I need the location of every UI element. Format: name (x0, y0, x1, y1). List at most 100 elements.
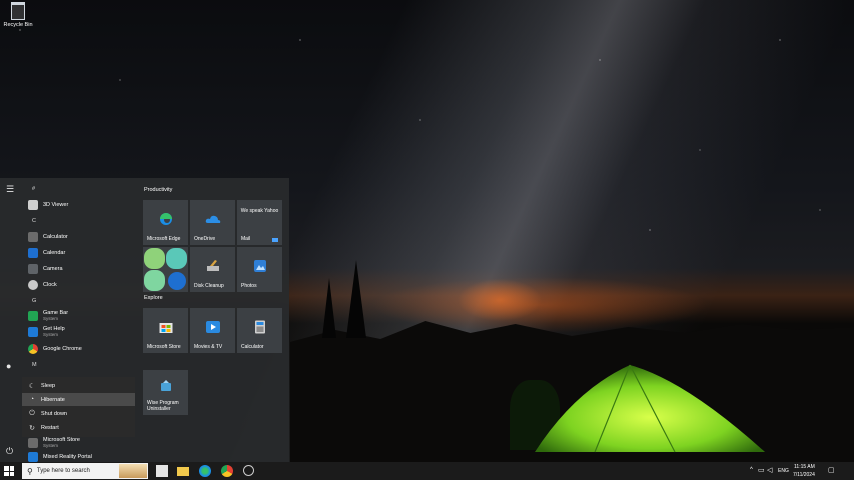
app-item-calendar[interactable]: Calendar (28, 247, 65, 259)
start-button[interactable] (4, 466, 14, 476)
chevron-up-icon[interactable]: ^ (750, 467, 753, 473)
user-avatar-icon[interactable]: ● (6, 361, 11, 371)
file-explorer-icon[interactable] (177, 467, 189, 476)
app-item-camera[interactable]: Camera (28, 263, 63, 275)
app-list: # 3D Viewer C Calculator Calendar Camera… (22, 178, 136, 462)
app-name: Mixed Reality Portal (43, 454, 92, 460)
search-box[interactable]: ⚲ Type here to search (22, 463, 148, 479)
windows-logo-pane (4, 471, 9, 476)
sleep-icon: ☾ (28, 382, 36, 390)
letter-header[interactable]: # (32, 186, 35, 192)
app-item-microsoft-store[interactable]: Microsoft Store System (28, 437, 80, 449)
tile-wise-program-uninstaller[interactable]: Wise Program Uninstaller (143, 370, 188, 415)
disk-cleanup-icon (206, 259, 219, 271)
app-name: Calculator (43, 234, 68, 240)
system-tray: ^ ▭ ◁ ENG 11:15 AM 7/11/2024 ▢ (744, 462, 854, 480)
tile-disk-cleanup[interactable]: Disk Cleanup (190, 247, 235, 292)
recycle-bin[interactable]: Recycle Bin (2, 2, 34, 28)
microsoft-store-icon (28, 438, 38, 448)
power-option-label: Shut down (41, 410, 67, 417)
search-icon: ⚲ (27, 466, 33, 476)
tile-photos[interactable]: Photos (237, 247, 282, 292)
edge-icon (159, 212, 172, 225)
volume-icon[interactable]: ◁ (767, 466, 772, 474)
shut-down-icon: ⏻ (29, 409, 35, 417)
notification-icon[interactable]: ▢ (828, 466, 835, 474)
hibernate-icon: ◔ (29, 396, 35, 403)
app-subtitle: System (43, 332, 59, 337)
mail-promo-text: We speak Yahoo (240, 208, 279, 214)
microsoft-store-icon[interactable] (156, 465, 168, 477)
group-title-explore[interactable]: Explore (144, 295, 163, 301)
letter-header[interactable]: G (32, 298, 36, 304)
restart-option[interactable]: ↻ Restart (22, 421, 135, 434)
get-help-icon (28, 327, 38, 337)
onedrive-icon (205, 215, 220, 223)
tile-onedrive[interactable]: OneDrive (190, 200, 235, 245)
windows-logo-icon (4, 466, 9, 471)
tile-label: Movies & TV (194, 344, 223, 350)
tile-label: Disk Cleanup (194, 283, 224, 289)
language-indicator[interactable]: ENG (778, 468, 789, 474)
letter-header[interactable]: M (32, 362, 37, 368)
clock-date[interactable]: 7/11/2024 (793, 472, 815, 478)
start-rail: ☰ ● ⏻ (0, 178, 22, 462)
app-subtitle: System (43, 316, 59, 321)
tile-label: Photos (241, 283, 257, 289)
app-name: Camera (43, 266, 63, 272)
search-placeholder: Type here to search (36, 468, 90, 474)
app-item-calculator[interactable]: Calculator (28, 231, 68, 243)
tile-label: Wise Program Uninstaller (147, 400, 179, 412)
group-title-productivity[interactable]: Productivity (144, 187, 172, 193)
tile-label: OneDrive (194, 236, 216, 242)
letter-header[interactable]: C (32, 218, 36, 224)
recycle-bin-label: Recycle Bin (3, 22, 33, 28)
3d-viewer-icon (28, 200, 38, 210)
power-icon[interactable]: ⏻ (6, 446, 13, 457)
network-icon[interactable]: ▭ (758, 466, 765, 474)
app-item-google-chrome[interactable]: Google Chrome (28, 343, 82, 355)
power-option-label: Restart (41, 424, 59, 431)
tile-microsoft-edge[interactable]: Microsoft Edge (143, 200, 188, 245)
edge-icon[interactable] (199, 465, 211, 477)
power-option-label: Sleep (41, 382, 56, 389)
glowing-tent (535, 364, 765, 453)
wise-uninstaller-icon (160, 380, 171, 392)
recycle-bin-icon (11, 2, 25, 20)
app-subtitle: System (43, 443, 59, 448)
tile-calculator[interactable]: Calculator (237, 308, 282, 353)
power-option-label: Hibernate (41, 396, 65, 403)
tile-label: Mail (241, 236, 251, 242)
calculator-icon (254, 320, 265, 334)
tile-label: Microsoft Edge (147, 236, 181, 242)
app-item-get-help[interactable]: Get Help System (28, 326, 65, 338)
tile-office[interactable] (143, 247, 188, 292)
app-icon[interactable] (243, 465, 254, 476)
calendar-icon (28, 248, 38, 258)
app-item-clock[interactable]: Clock (28, 279, 57, 291)
chrome-icon[interactable] (221, 465, 233, 477)
camera-icon (28, 264, 38, 274)
office-icon (144, 248, 187, 291)
tile-mail[interactable]: We speak Yahoo Mail (237, 200, 282, 245)
clock-time[interactable]: 11:15 AM (794, 464, 815, 470)
search-highlight-image (119, 464, 147, 478)
store-icon (159, 322, 172, 333)
mixed-reality-icon (28, 452, 38, 462)
restart-icon: ↻ (29, 424, 35, 432)
windows-logo-pane (9, 466, 14, 471)
shut-down-option[interactable]: ⏻ Shut down (22, 407, 135, 420)
hibernate-option[interactable]: ◔ Hibernate (22, 393, 135, 406)
app-item-3d-viewer[interactable]: 3D Viewer (28, 199, 68, 211)
app-item-game-bar[interactable]: Game Bar System (28, 310, 68, 322)
tile-label: Microsoft Store (147, 344, 181, 350)
tile-label: Calculator (241, 344, 264, 350)
sleep-option[interactable]: ☾ Sleep (22, 379, 135, 392)
mail-icon (272, 238, 278, 242)
tile-microsoft-store[interactable]: Microsoft Store (143, 308, 188, 353)
clock-icon (28, 280, 38, 290)
chrome-icon (28, 344, 38, 354)
tile-movies-tv[interactable]: Movies & TV (190, 308, 235, 353)
windows-logo-pane (9, 471, 14, 476)
hamburger-menu-icon[interactable]: ☰ (6, 184, 14, 195)
